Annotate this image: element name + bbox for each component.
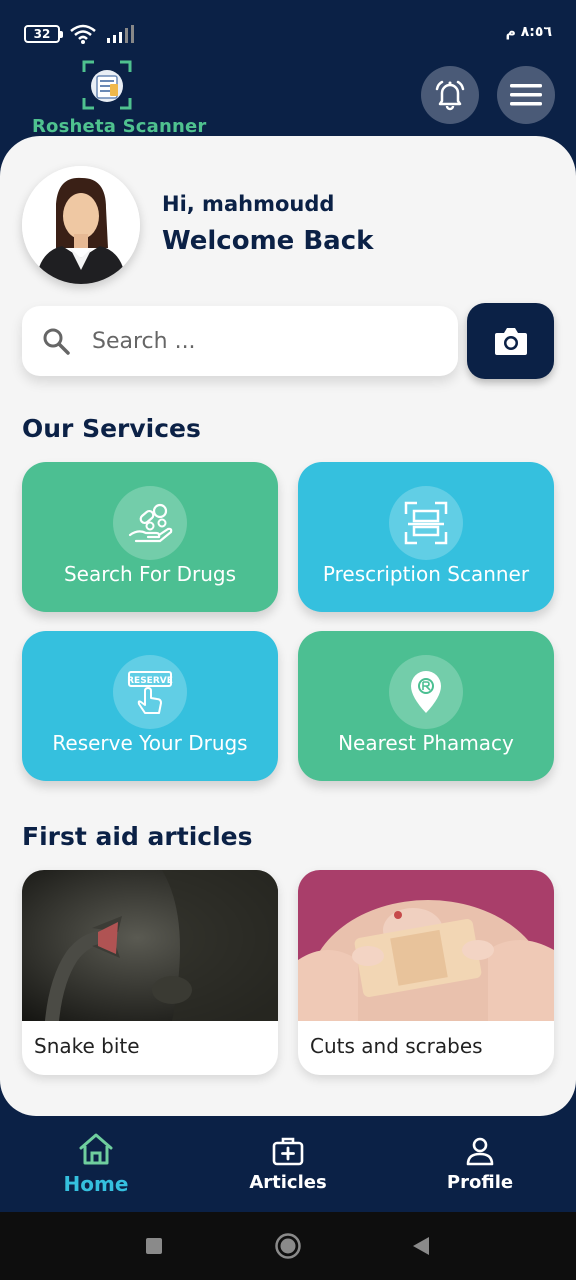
menu-button[interactable] bbox=[497, 66, 555, 124]
nav-articles[interactable]: Articles bbox=[192, 1116, 384, 1212]
svg-text:RESERVE: RESERVE bbox=[127, 676, 173, 686]
search-input[interactable] bbox=[92, 328, 412, 354]
article-title: Snake bite bbox=[34, 1034, 140, 1058]
nav-label: Articles bbox=[249, 1171, 327, 1193]
bandage-image bbox=[298, 870, 554, 1021]
camera-button[interactable] bbox=[467, 303, 554, 379]
main-content: Hi, mahmoudd Welcome Back Our Services S… bbox=[0, 136, 576, 1116]
snake-image bbox=[22, 870, 278, 1021]
wifi-icon bbox=[70, 24, 96, 44]
person-icon bbox=[466, 1137, 494, 1165]
signal-icon bbox=[107, 25, 134, 43]
home-icon bbox=[79, 1133, 113, 1165]
welcome-text: Welcome Back bbox=[162, 226, 374, 256]
scan-frame-icon bbox=[389, 486, 463, 560]
user-avatar-icon bbox=[22, 166, 140, 284]
battery-icon: 32 bbox=[24, 25, 63, 43]
hamburger-icon bbox=[510, 84, 542, 106]
search-icon bbox=[43, 328, 70, 355]
article-image bbox=[22, 870, 278, 1021]
service-reserve-drugs[interactable]: RESERVE Reserve Your Drugs bbox=[22, 631, 278, 781]
nav-label: Profile bbox=[446, 1171, 514, 1193]
app-logo: Rosheta Scanner bbox=[32, 56, 206, 137]
medical-kit-icon bbox=[272, 1137, 304, 1165]
battery-level: 32 bbox=[33, 27, 51, 41]
nav-profile[interactable]: Profile bbox=[384, 1116, 576, 1212]
location-pin-icon bbox=[389, 655, 463, 729]
service-nearest-pharmacy[interactable]: Nearest Phamacy bbox=[298, 631, 554, 781]
service-label: Reserve Your Drugs bbox=[52, 731, 248, 755]
nav-home[interactable]: Home bbox=[0, 1116, 192, 1212]
service-search-drugs[interactable]: Search For Drugs bbox=[22, 462, 278, 612]
back-icon[interactable] bbox=[412, 1236, 430, 1256]
nav-label: Home bbox=[63, 1172, 129, 1196]
drugs-hand-icon bbox=[113, 486, 187, 560]
notifications-button[interactable] bbox=[421, 66, 479, 124]
article-cuts-scrapes[interactable]: Cuts and scrabes bbox=[298, 870, 554, 1075]
camera-icon bbox=[494, 328, 527, 355]
service-label: Prescription Scanner bbox=[322, 562, 530, 586]
status-icons: 32 bbox=[24, 24, 134, 44]
app-header: Rosheta Scanner bbox=[0, 56, 576, 138]
service-label: Search For Drugs bbox=[63, 562, 237, 586]
services-title: Our Services bbox=[22, 414, 201, 443]
service-prescription-scanner[interactable]: Prescription Scanner bbox=[298, 462, 554, 612]
home-circle-icon[interactable] bbox=[275, 1233, 301, 1259]
app-name: Rosheta Scanner bbox=[32, 116, 207, 137]
article-title: Cuts and scrabes bbox=[310, 1034, 483, 1058]
bottom-nav: Home Articles Profile bbox=[0, 1116, 576, 1212]
status-time: ٨:٥٦ م bbox=[505, 24, 552, 40]
avatar[interactable] bbox=[22, 166, 140, 284]
recents-icon[interactable] bbox=[146, 1238, 162, 1254]
system-nav-bar bbox=[0, 1212, 576, 1280]
article-snake-bite[interactable]: Snake bite bbox=[22, 870, 278, 1075]
search-bar[interactable] bbox=[22, 306, 458, 376]
articles-title: First aid articles bbox=[22, 822, 253, 851]
bell-icon bbox=[435, 80, 465, 111]
service-label: Nearest Phamacy bbox=[338, 731, 514, 755]
user-greeting: Hi, mahmoudd bbox=[162, 192, 335, 216]
article-image bbox=[298, 870, 554, 1021]
logo-scanner-icon bbox=[82, 60, 132, 110]
reserve-sign-icon: RESERVE bbox=[113, 655, 187, 729]
